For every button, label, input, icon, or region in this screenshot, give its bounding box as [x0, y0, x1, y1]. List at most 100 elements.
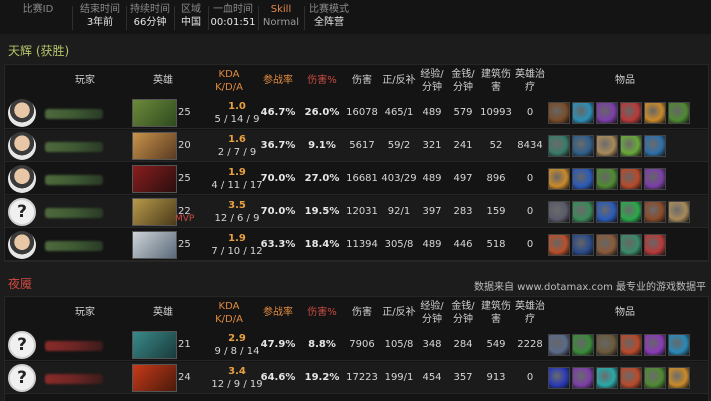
game-mode-value: 全阵营 [314, 17, 344, 28]
hero-portrait[interactable] [132, 99, 177, 127]
kda-values: 7 / 10 / 12 [211, 246, 263, 257]
duration-label: 持续时间 [130, 4, 170, 15]
player-name-blurred[interactable] [45, 142, 103, 152]
player-name-blurred[interactable] [45, 374, 103, 384]
player-name-blurred[interactable] [45, 241, 103, 251]
item-icon[interactable] [644, 135, 666, 157]
item-icon[interactable] [596, 367, 618, 389]
avatar[interactable] [8, 132, 36, 160]
hero-portrait[interactable] [132, 198, 177, 226]
item-icon[interactable] [572, 201, 594, 223]
player-name-blurred[interactable] [45, 109, 103, 119]
player-name-blurred[interactable] [45, 341, 103, 351]
items-header: 物品 [585, 306, 665, 319]
item-icon[interactable] [596, 168, 618, 190]
item-icon[interactable] [644, 367, 666, 389]
item-icon[interactable] [620, 234, 642, 256]
xpm-value: 489 [422, 239, 442, 250]
player-name-blurred[interactable] [45, 175, 103, 185]
item-icon[interactable] [548, 168, 570, 190]
item-icon[interactable] [548, 234, 570, 256]
unknown-avatar[interactable]: ? [8, 331, 36, 359]
avatar[interactable] [8, 165, 36, 193]
unknown-avatar[interactable]: ? [8, 198, 36, 226]
item-icon[interactable] [644, 201, 666, 223]
xpm-header-text: 分钟 [422, 82, 442, 93]
player-row[interactable]: ? 21 2.9 9 / 8 / 14 47.9% 8.8% 7906 105/8 348 284… [5, 329, 708, 361]
building-damage-value: 52 [489, 140, 503, 151]
player-row[interactable]: 20 1.6 2 / 7 / 9 36.7% 9.1% 5617 59/2 321 241 52 8… [5, 130, 708, 162]
avatar[interactable] [8, 231, 36, 259]
damage-pct-header: 伤害% [302, 74, 342, 87]
item-icon[interactable] [644, 234, 666, 256]
player-row[interactable]: 25 1.0 5 / 14 / 9 46.7% 26.0% 16078 465/1 489 57… [5, 97, 708, 129]
hero-portrait[interactable] [132, 165, 177, 193]
row-separator [5, 260, 708, 261]
building-damage-value: 549 [486, 339, 506, 350]
kda-cell: 2.9 9 / 8 / 14 [211, 332, 263, 358]
player-row[interactable]: 25 1.9 4 / 11 / 17 70.0% 27.0% 16681 403/29 489… [5, 163, 708, 195]
hero-heal-value: 0 [526, 239, 534, 250]
item-icon[interactable] [620, 135, 642, 157]
hero-heal-header-text: 疗 [525, 314, 535, 325]
item-icon[interactable] [644, 168, 666, 190]
item-icon[interactable] [668, 334, 690, 356]
item-icon[interactable] [572, 102, 594, 124]
hero-portrait[interactable] [132, 132, 177, 160]
participation-header: 参战率 [257, 74, 299, 87]
item-icon[interactable] [596, 102, 618, 124]
hero-level: 24 [178, 372, 191, 383]
lasthit-value: 105/8 [384, 339, 414, 350]
item-icon[interactable] [572, 367, 594, 389]
hero-heal-value: 8434 [517, 140, 543, 151]
kda-values: 9 / 8 / 14 [214, 346, 260, 357]
damage-value: 16078 [346, 107, 378, 118]
region-cell: 区域 中国 [176, 3, 206, 29]
item-icon[interactable] [596, 135, 618, 157]
item-icon[interactable] [548, 334, 570, 356]
item-icon[interactable] [548, 135, 570, 157]
item-icon[interactable] [644, 102, 666, 124]
item-icon[interactable] [668, 367, 690, 389]
item-icon[interactable] [620, 102, 642, 124]
item-icon[interactable] [572, 135, 594, 157]
hero-heal-header-text: 疗 [525, 82, 535, 93]
item-icon[interactable] [620, 367, 642, 389]
building-damage-header-text: 建筑伤 [481, 69, 511, 80]
hero-portrait[interactable] [132, 331, 177, 359]
player-name-blurred[interactable] [45, 208, 103, 218]
lasthit-header-text: 正/反补 [382, 307, 416, 318]
item-icon[interactable] [548, 102, 570, 124]
row-separator [5, 194, 708, 195]
lasthit-header: 正/反补 [378, 306, 420, 319]
item-icon[interactable] [548, 367, 570, 389]
item-icon[interactable] [596, 234, 618, 256]
item-icon[interactable] [620, 168, 642, 190]
building-damage-header: 建筑伤害 [477, 300, 515, 326]
gpm-header: 金钱/分钟 [447, 300, 479, 326]
item-icon[interactable] [668, 201, 690, 223]
items-header: 物品 [585, 74, 665, 87]
hero-portrait[interactable] [132, 364, 177, 392]
divider [126, 6, 127, 30]
item-icon[interactable] [572, 334, 594, 356]
item-icon[interactable] [644, 334, 666, 356]
unknown-avatar[interactable]: ? [8, 364, 36, 392]
player-row[interactable]: 25 1.9 7 / 10 / 12 63.3% 18.4% 11394 305/8 489 4… [5, 229, 708, 261]
item-icon[interactable] [596, 334, 618, 356]
item-icon[interactable] [572, 234, 594, 256]
gpm-value: 241 [453, 140, 473, 151]
item-icon[interactable] [596, 201, 618, 223]
avatar[interactable] [8, 99, 36, 127]
player-row[interactable]: ? 22 MVP 3.5 12 / 6 / 9 70.0% 19.5% 12031 92/1 39… [5, 196, 708, 228]
hero-heal-value: 0 [526, 107, 534, 118]
item-icon[interactable] [548, 201, 570, 223]
item-icon[interactable] [620, 334, 642, 356]
item-icon[interactable] [668, 102, 690, 124]
player-row[interactable]: ? 24 3.4 12 / 9 / 19 64.6% 19.2% 17223 199/1 454… [5, 362, 708, 394]
player-header-text: 玩家 [75, 307, 95, 318]
hero-portrait[interactable] [132, 231, 177, 259]
item-icon[interactable] [572, 168, 594, 190]
item-icon[interactable] [620, 201, 642, 223]
gpm-value: 497 [453, 173, 473, 184]
